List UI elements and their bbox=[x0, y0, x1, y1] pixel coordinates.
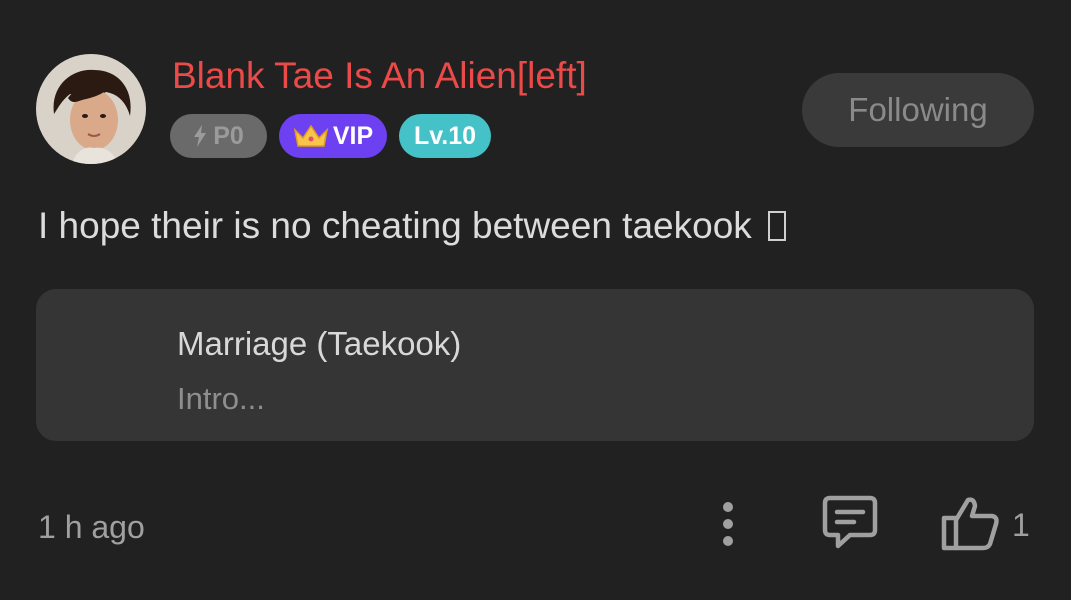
more-options-button[interactable] bbox=[712, 498, 744, 550]
following-button[interactable]: Following bbox=[802, 73, 1034, 147]
comment-card: Blank Tae Is An Alien[left] P0 VIP Lv.10… bbox=[0, 0, 1071, 600]
author-name[interactable]: Blank Tae Is An Alien[left] bbox=[172, 54, 587, 98]
vertical-dots-icon bbox=[723, 502, 733, 546]
comment-icon bbox=[822, 495, 878, 549]
badge-row: P0 VIP Lv.10 bbox=[170, 114, 491, 158]
missing-emoji-glyph bbox=[768, 211, 787, 241]
reply-button[interactable] bbox=[820, 492, 880, 552]
like-button[interactable] bbox=[940, 494, 1002, 552]
linked-story-card[interactable]: Marriage (Taekook) Intro... bbox=[36, 289, 1034, 441]
vip-badge: VIP bbox=[279, 114, 387, 158]
level-badge: Lv.10 bbox=[399, 114, 491, 158]
linked-story-title: Marriage (Taekook) bbox=[177, 325, 462, 362]
vip-label: VIP bbox=[332, 121, 374, 150]
author-avatar[interactable] bbox=[36, 54, 146, 164]
like-count: 1 bbox=[1012, 507, 1030, 543]
linked-story-subtitle: Intro... bbox=[177, 381, 265, 416]
points-badge: P0 bbox=[170, 114, 267, 158]
lightning-icon bbox=[194, 125, 207, 147]
comment-text-line: I hope their is no cheating between taek… bbox=[38, 200, 787, 252]
thumbs-up-icon bbox=[941, 497, 999, 551]
timestamp: 1 h ago bbox=[38, 509, 145, 545]
crown-icon bbox=[293, 124, 329, 147]
comment-text: I hope their is no cheating between taek… bbox=[38, 205, 752, 246]
points-label: P0 bbox=[213, 121, 244, 150]
